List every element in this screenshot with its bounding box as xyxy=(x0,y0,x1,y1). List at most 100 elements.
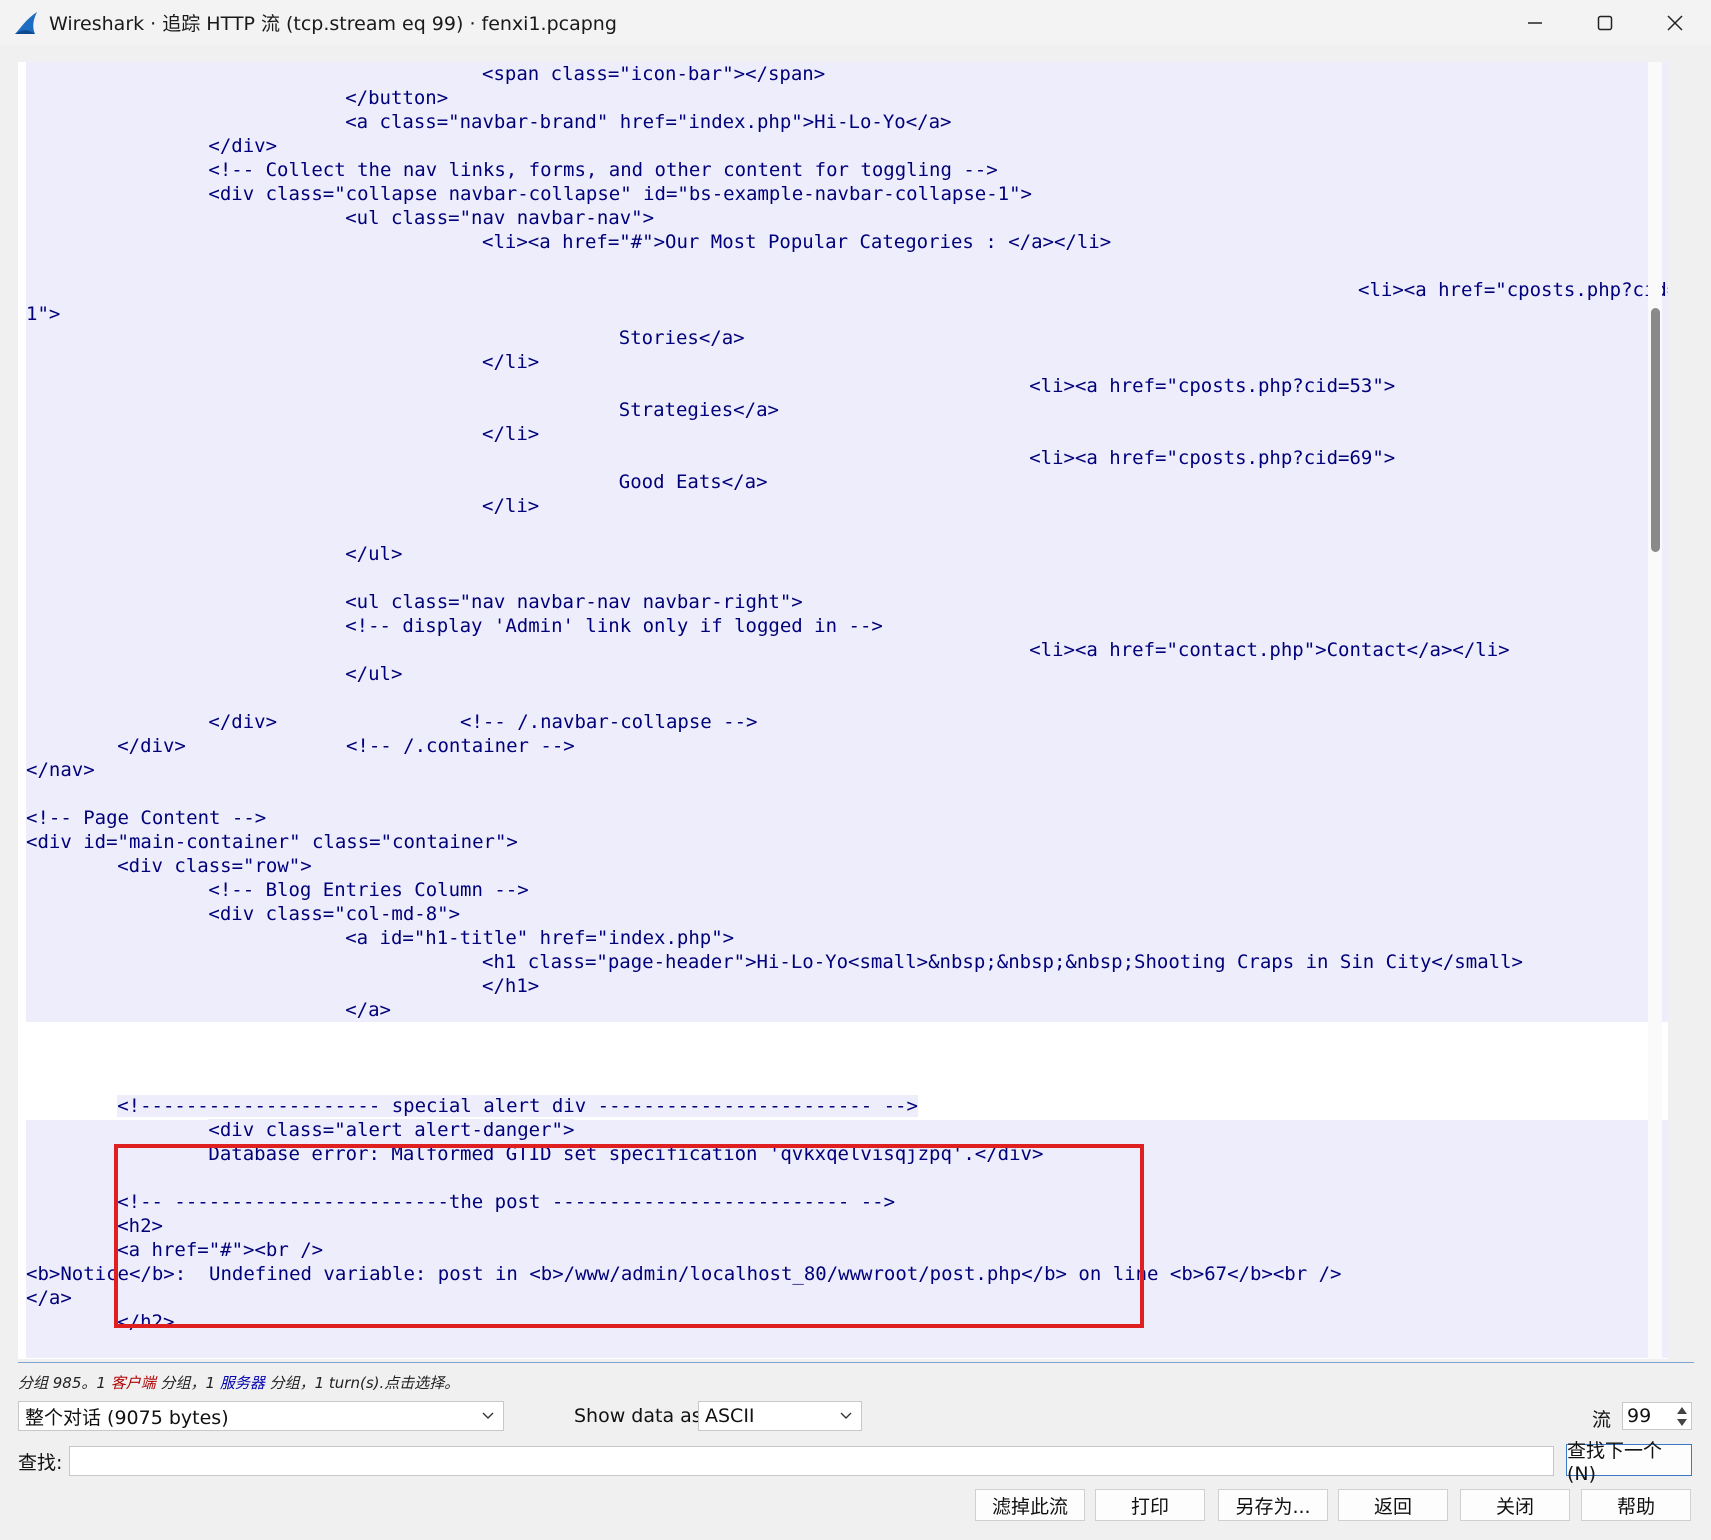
close-window-button[interactable] xyxy=(1640,0,1710,45)
stream-line-text: <ul class="nav navbar-nav"> xyxy=(345,207,655,229)
stream-line-text: </div> <!-- /.container --> xyxy=(117,735,575,757)
stream-line-text: </li> xyxy=(482,351,540,373)
vertical-scrollbar[interactable] xyxy=(1648,62,1662,1359)
stream-line: <ul class="nav navbar-nav navbar-right"> xyxy=(345,590,803,614)
stream-line: <div class="collapse navbar-collapse" id… xyxy=(208,182,1032,206)
back-button[interactable]: 返回 xyxy=(1338,1489,1448,1521)
stream-line-text: <li><a href="cposts.php?cid=53"> xyxy=(1029,375,1396,397)
save-as-button[interactable]: 另存为... xyxy=(1218,1489,1328,1521)
stream-line-text: <div class="alert alert-danger"> xyxy=(208,1119,575,1141)
spin-down-icon[interactable] xyxy=(1676,1417,1688,1427)
stream-line-text: <h1 class="page-header">Hi-Lo-Yo<small>&… xyxy=(482,951,1523,973)
stream-line-text: </div> <!-- /.navbar-collapse --> xyxy=(208,711,758,733)
stream-line: </div> <!-- /.navbar-collapse --> xyxy=(208,710,758,734)
stream-line: <li><a href="cposts.php?cid=53"> xyxy=(1029,374,1396,398)
stream-number-spinbox[interactable]: 99 xyxy=(1622,1402,1692,1430)
stream-line-text: </ul> xyxy=(345,663,403,685)
show-data-label: Show data as xyxy=(574,1405,702,1427)
stream-line: <a id="h1-title" href="index.php"> xyxy=(345,926,735,950)
stream-line-text: <li><a href="#">Our Most Popular Categor… xyxy=(482,231,1112,253)
stream-line-text: </div> xyxy=(208,135,278,157)
window-title: Wireshark · 追踪 HTTP 流 (tcp.stream eq 99)… xyxy=(49,13,617,35)
stream-line: </h1> xyxy=(482,974,540,998)
stream-line: <li><a href="cposts.php?cid=69"> xyxy=(1029,446,1396,470)
stream-label: 流 xyxy=(1592,1409,1612,1431)
stream-line-text: <ul class="nav navbar-nav navbar-right"> xyxy=(345,591,803,613)
stream-line-text: <!-- Blog Entries Column --> xyxy=(208,879,529,901)
conversation-select[interactable]: 整个对话 (9075 bytes) xyxy=(18,1401,504,1431)
close-button[interactable]: 关闭 xyxy=(1460,1489,1570,1521)
chevron-down-icon xyxy=(482,1412,494,1419)
stream-line-text: Strategies</a> xyxy=(618,399,779,421)
stream-line-text: Good Eats</a> xyxy=(618,471,768,493)
stream-line: </a> xyxy=(345,998,391,1022)
status-text: 分组，1 xyxy=(155,1374,220,1392)
stream-line-text: </button> xyxy=(345,87,449,109)
client-label[interactable]: 客户端 xyxy=(111,1374,156,1392)
scrollbar-thumb[interactable] xyxy=(1651,308,1660,552)
stream-line: <li><a href="cposts.php?cid=5 xyxy=(1358,278,1668,302)
stream-line-text: </h1> xyxy=(482,975,540,997)
stream-line-text: Stories</a> xyxy=(618,327,745,349)
stream-line-text: <li><a href="cposts.php?cid=69"> xyxy=(1029,447,1396,469)
stream-line-text: <a class="navbar-brand" href="index.php"… xyxy=(345,111,952,133)
spin-up-icon[interactable] xyxy=(1676,1406,1688,1416)
stream-line-text: <div class="col-md-8"> xyxy=(208,903,461,925)
stream-line: 1"> xyxy=(26,302,61,326)
status-text: 分组 985。1 xyxy=(18,1374,111,1392)
stream-line: <li><a href="contact.php">Contact</a></l… xyxy=(1029,638,1510,662)
title-bar: Wireshark · 追踪 HTTP 流 (tcp.stream eq 99)… xyxy=(0,0,1711,45)
stream-line: <div class="col-md-8"> xyxy=(208,902,461,926)
divider xyxy=(18,1362,1694,1363)
stream-line: Good Eats</a> xyxy=(618,470,768,494)
find-next-button[interactable]: 查找下一个(N) xyxy=(1566,1440,1692,1485)
stream-line: <div class="alert alert-danger"> xyxy=(208,1118,575,1142)
server-label[interactable]: 服务器 xyxy=(220,1374,265,1392)
stream-status-text: 分组 985。1 客户端 分组，1 服务器 分组，1 turn(s).点击选择。 xyxy=(18,1372,459,1393)
stream-line: <!-- display 'Admin' link only if logged… xyxy=(345,614,883,638)
filter-out-button[interactable]: 滤掉此流 xyxy=(975,1489,1085,1521)
conversation-select-value: 整个对话 (9075 bytes) xyxy=(25,1406,229,1429)
stream-line: <div class="row"> xyxy=(117,854,312,878)
stream-line: </ul> xyxy=(345,662,403,686)
stream-line: </li> xyxy=(482,422,540,446)
show-data-select[interactable]: ASCII xyxy=(698,1401,862,1431)
stream-line-text: <div class="row"> xyxy=(117,855,312,877)
stream-line: </ul> xyxy=(345,542,403,566)
maximize-button[interactable] xyxy=(1570,0,1640,45)
stream-line: </li> xyxy=(482,350,540,374)
stream-line: </a> xyxy=(26,1286,72,1310)
maximize-icon xyxy=(1597,15,1613,30)
stream-line: <!-- Page Content --> xyxy=(26,806,267,830)
stream-line: Strategies</a> xyxy=(618,398,779,422)
minimize-button[interactable] xyxy=(1500,0,1570,45)
stream-line-text: </li> xyxy=(482,495,540,517)
stream-line: <div id="main-container" class="containe… xyxy=(26,830,518,854)
stream-line-text: </li> xyxy=(482,423,540,445)
stream-line: <ul class="nav navbar-nav"> xyxy=(345,206,655,230)
stream-line-text: <a id="h1-title" href="index.php"> xyxy=(345,927,735,949)
find-label: 查找: xyxy=(18,1452,63,1474)
show-data-value: ASCII xyxy=(705,1405,755,1427)
stream-line: </li> xyxy=(482,494,540,518)
stream-line: <li><a href="#">Our Most Popular Categor… xyxy=(482,230,1112,254)
stream-line: <h1 class="page-header">Hi-Lo-Yo<small>&… xyxy=(482,950,1523,974)
find-input[interactable] xyxy=(69,1446,1554,1476)
print-button[interactable]: 打印 xyxy=(1095,1489,1205,1521)
stream-line-text: </ul> xyxy=(345,543,403,565)
stream-line: </div> <!-- /.container --> xyxy=(117,734,575,758)
stream-content-view[interactable]: <span class="icon-bar"></span> </button> <… xyxy=(18,62,1668,1359)
stream-line-text: <li><a href="cposts.php?cid=5 xyxy=(1358,279,1668,301)
highlight-box xyxy=(114,1144,1144,1328)
stream-line-text: <span class="icon-bar"></span> xyxy=(482,63,826,85)
close-icon xyxy=(1667,14,1683,31)
stream-line-text: <!-- Page Content --> xyxy=(26,807,267,829)
chevron-down-icon xyxy=(840,1412,852,1419)
wireshark-fin-icon xyxy=(15,11,37,34)
stream-line-text: <!-- display 'Admin' link only if logged… xyxy=(345,615,883,637)
stream-line-text: <div class="collapse navbar-collapse" id… xyxy=(208,183,1032,205)
stream-line: </nav> xyxy=(26,758,95,782)
stream-line: <a class="navbar-brand" href="index.php"… xyxy=(345,110,952,134)
stream-line-text: <li><a href="contact.php">Contact</a></l… xyxy=(1029,639,1510,661)
help-button[interactable]: 帮助 xyxy=(1581,1489,1691,1521)
